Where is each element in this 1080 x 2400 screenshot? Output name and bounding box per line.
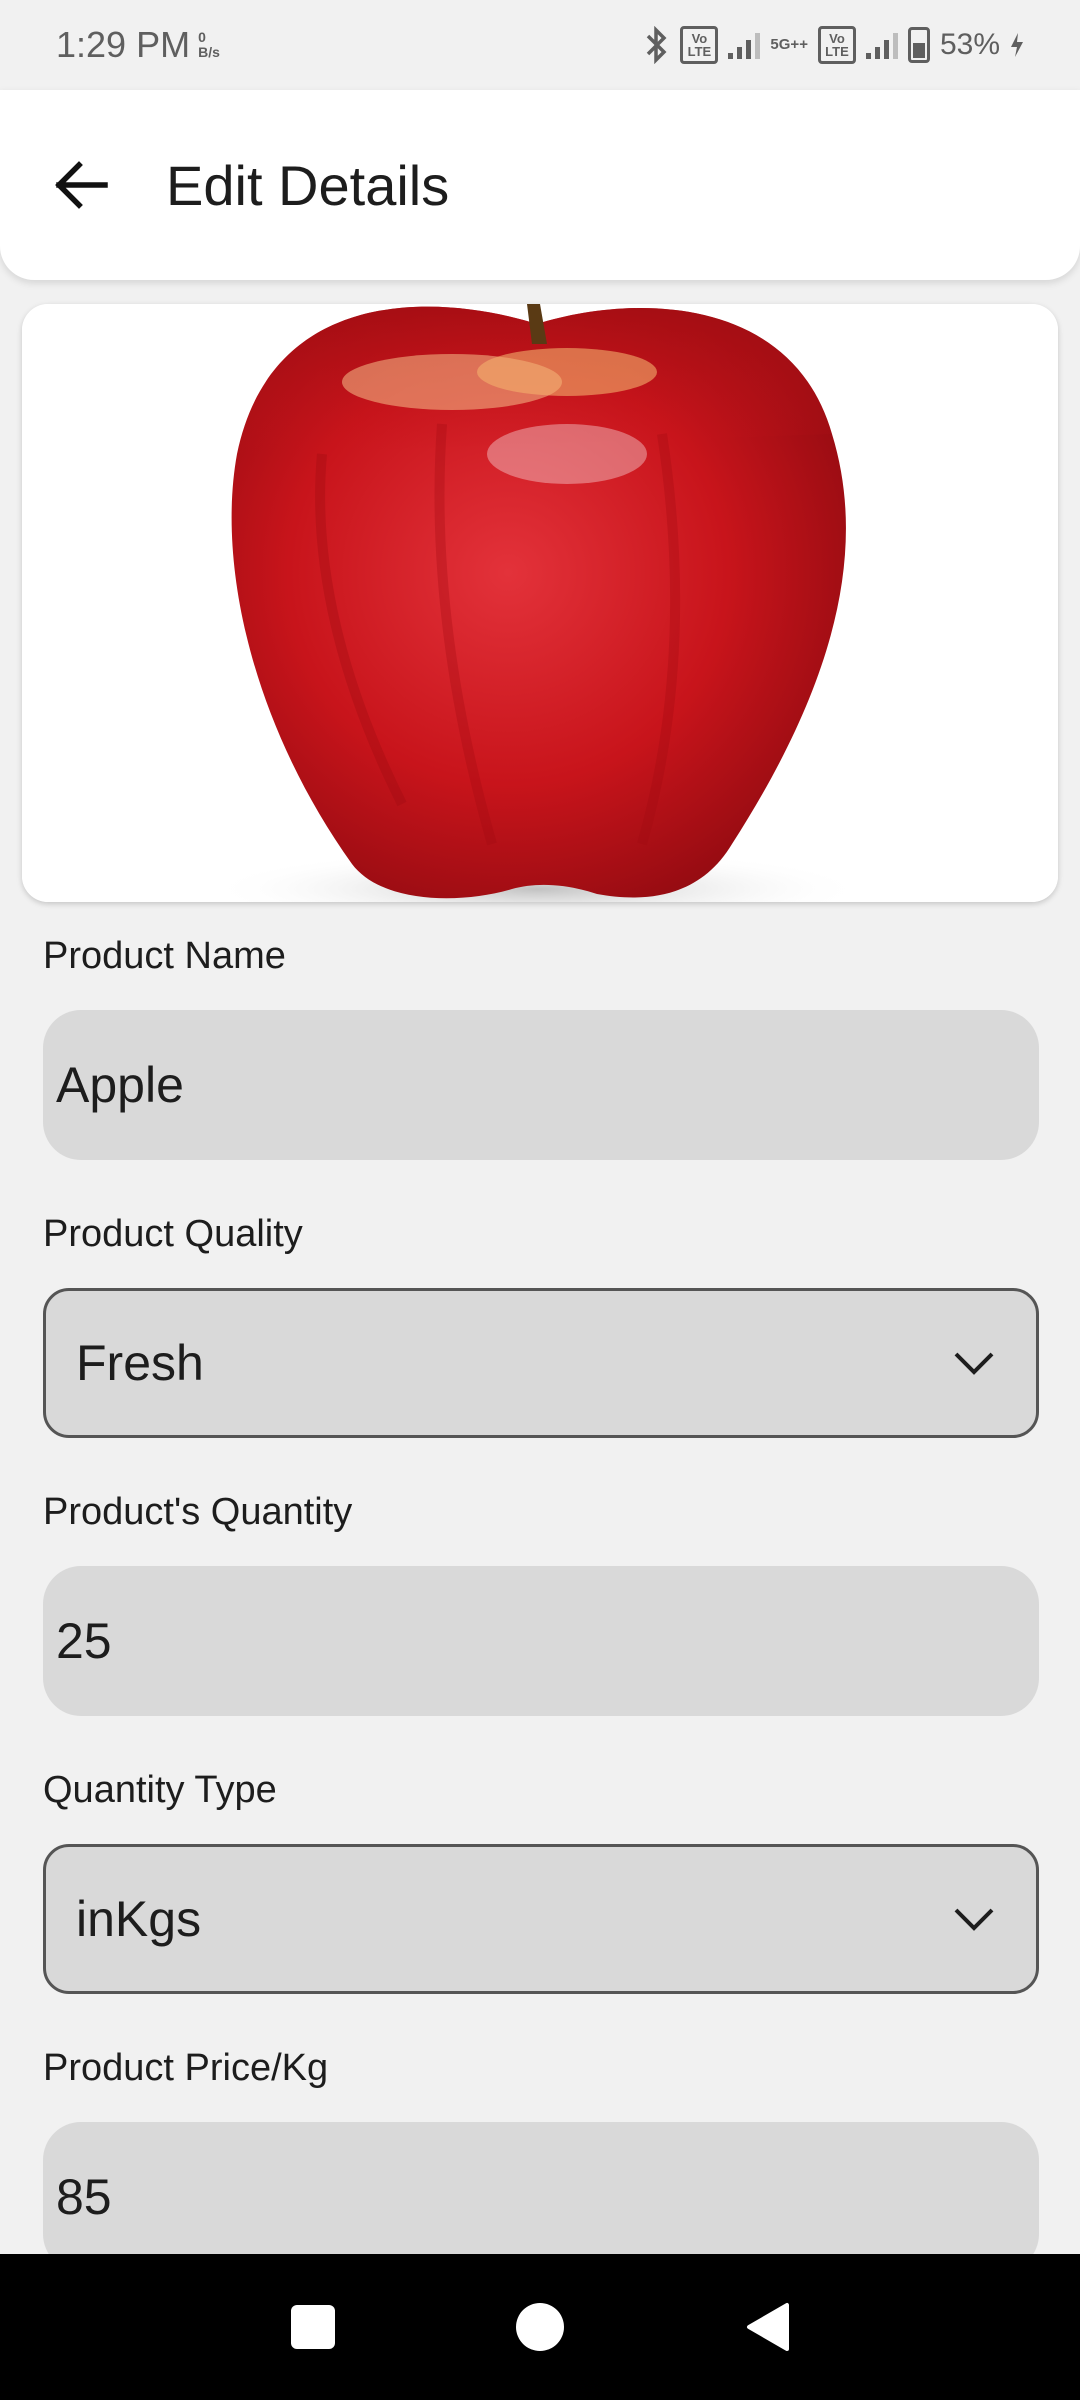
product-quality-value: Fresh xyxy=(76,1335,204,1391)
status-time: 1:29 PM xyxy=(56,24,191,65)
volte-bottom: LTE xyxy=(687,44,712,59)
volte-icon-2: Vo LTE xyxy=(817,26,856,64)
apple-image xyxy=(22,304,1058,902)
status-icons: Vo LTE 5G++ Vo LTE 53% xyxy=(644,26,1024,64)
chevron-down-icon xyxy=(954,1908,994,1931)
quantity-type-label: Quantity Type xyxy=(43,1768,277,1811)
product-price-value: 85 xyxy=(56,2169,112,2225)
triangle-back-icon xyxy=(746,2303,789,2351)
battery-icon xyxy=(907,27,930,63)
product-price-label: Product Price/Kg xyxy=(43,2046,329,2089)
product-image[interactable] xyxy=(22,304,1058,902)
circle-icon xyxy=(515,2303,564,2351)
product-quality-label: Product Quality xyxy=(43,1212,303,1255)
quantity-type-value: inKgs xyxy=(76,1891,202,1947)
volte-bottom-2: LTE xyxy=(825,44,849,59)
chevron-down-icon xyxy=(954,1352,994,1375)
bluetooth-icon xyxy=(647,26,667,64)
system-nav-bar xyxy=(0,2254,1080,2400)
app-bar: Edit Details xyxy=(0,90,1080,280)
home-button[interactable] xyxy=(500,2287,580,2367)
quantity-type-select[interactable]: inKgs xyxy=(43,1844,1039,1994)
product-quality-select[interactable]: Fresh xyxy=(43,1288,1039,1438)
status-bar: 1:29 PM 0 B/s Vo LTE 5G++ Vo LTE 53% xyxy=(0,0,1080,90)
net-speed-value: 0 xyxy=(198,29,206,45)
page-title: Edit Details xyxy=(166,153,450,217)
product-name-input[interactable]: Apple xyxy=(43,1010,1039,1160)
product-quantity-value: 25 xyxy=(56,1613,112,1669)
signal-icon-2 xyxy=(865,31,898,59)
product-name-label: Product Name xyxy=(43,934,286,977)
back-button[interactable] xyxy=(48,152,114,218)
network-type: 5G++ xyxy=(770,36,808,53)
square-icon xyxy=(291,2305,336,2349)
back-nav-button[interactable] xyxy=(727,2287,807,2367)
product-name-value: Apple xyxy=(56,1057,184,1113)
charging-icon xyxy=(1011,33,1023,57)
net-speed-unit: B/s xyxy=(198,44,220,60)
net-speed: 0 B/s xyxy=(198,30,220,60)
volte-icon: Vo LTE xyxy=(680,26,719,64)
edit-form: Product Name Apple Product Quality Fresh… xyxy=(43,920,1039,2310)
product-quantity-label: Product's Quantity xyxy=(43,1490,353,1533)
arrow-left-icon xyxy=(55,161,108,209)
battery-percent: 53% xyxy=(939,28,1000,61)
product-quantity-input[interactable]: 25 xyxy=(43,1566,1039,1716)
recents-button[interactable] xyxy=(273,2287,353,2367)
product-price-input[interactable]: 85 xyxy=(43,2122,1039,2272)
status-time-group: 1:29 PM 0 B/s xyxy=(56,24,220,66)
signal-icon xyxy=(728,31,761,59)
